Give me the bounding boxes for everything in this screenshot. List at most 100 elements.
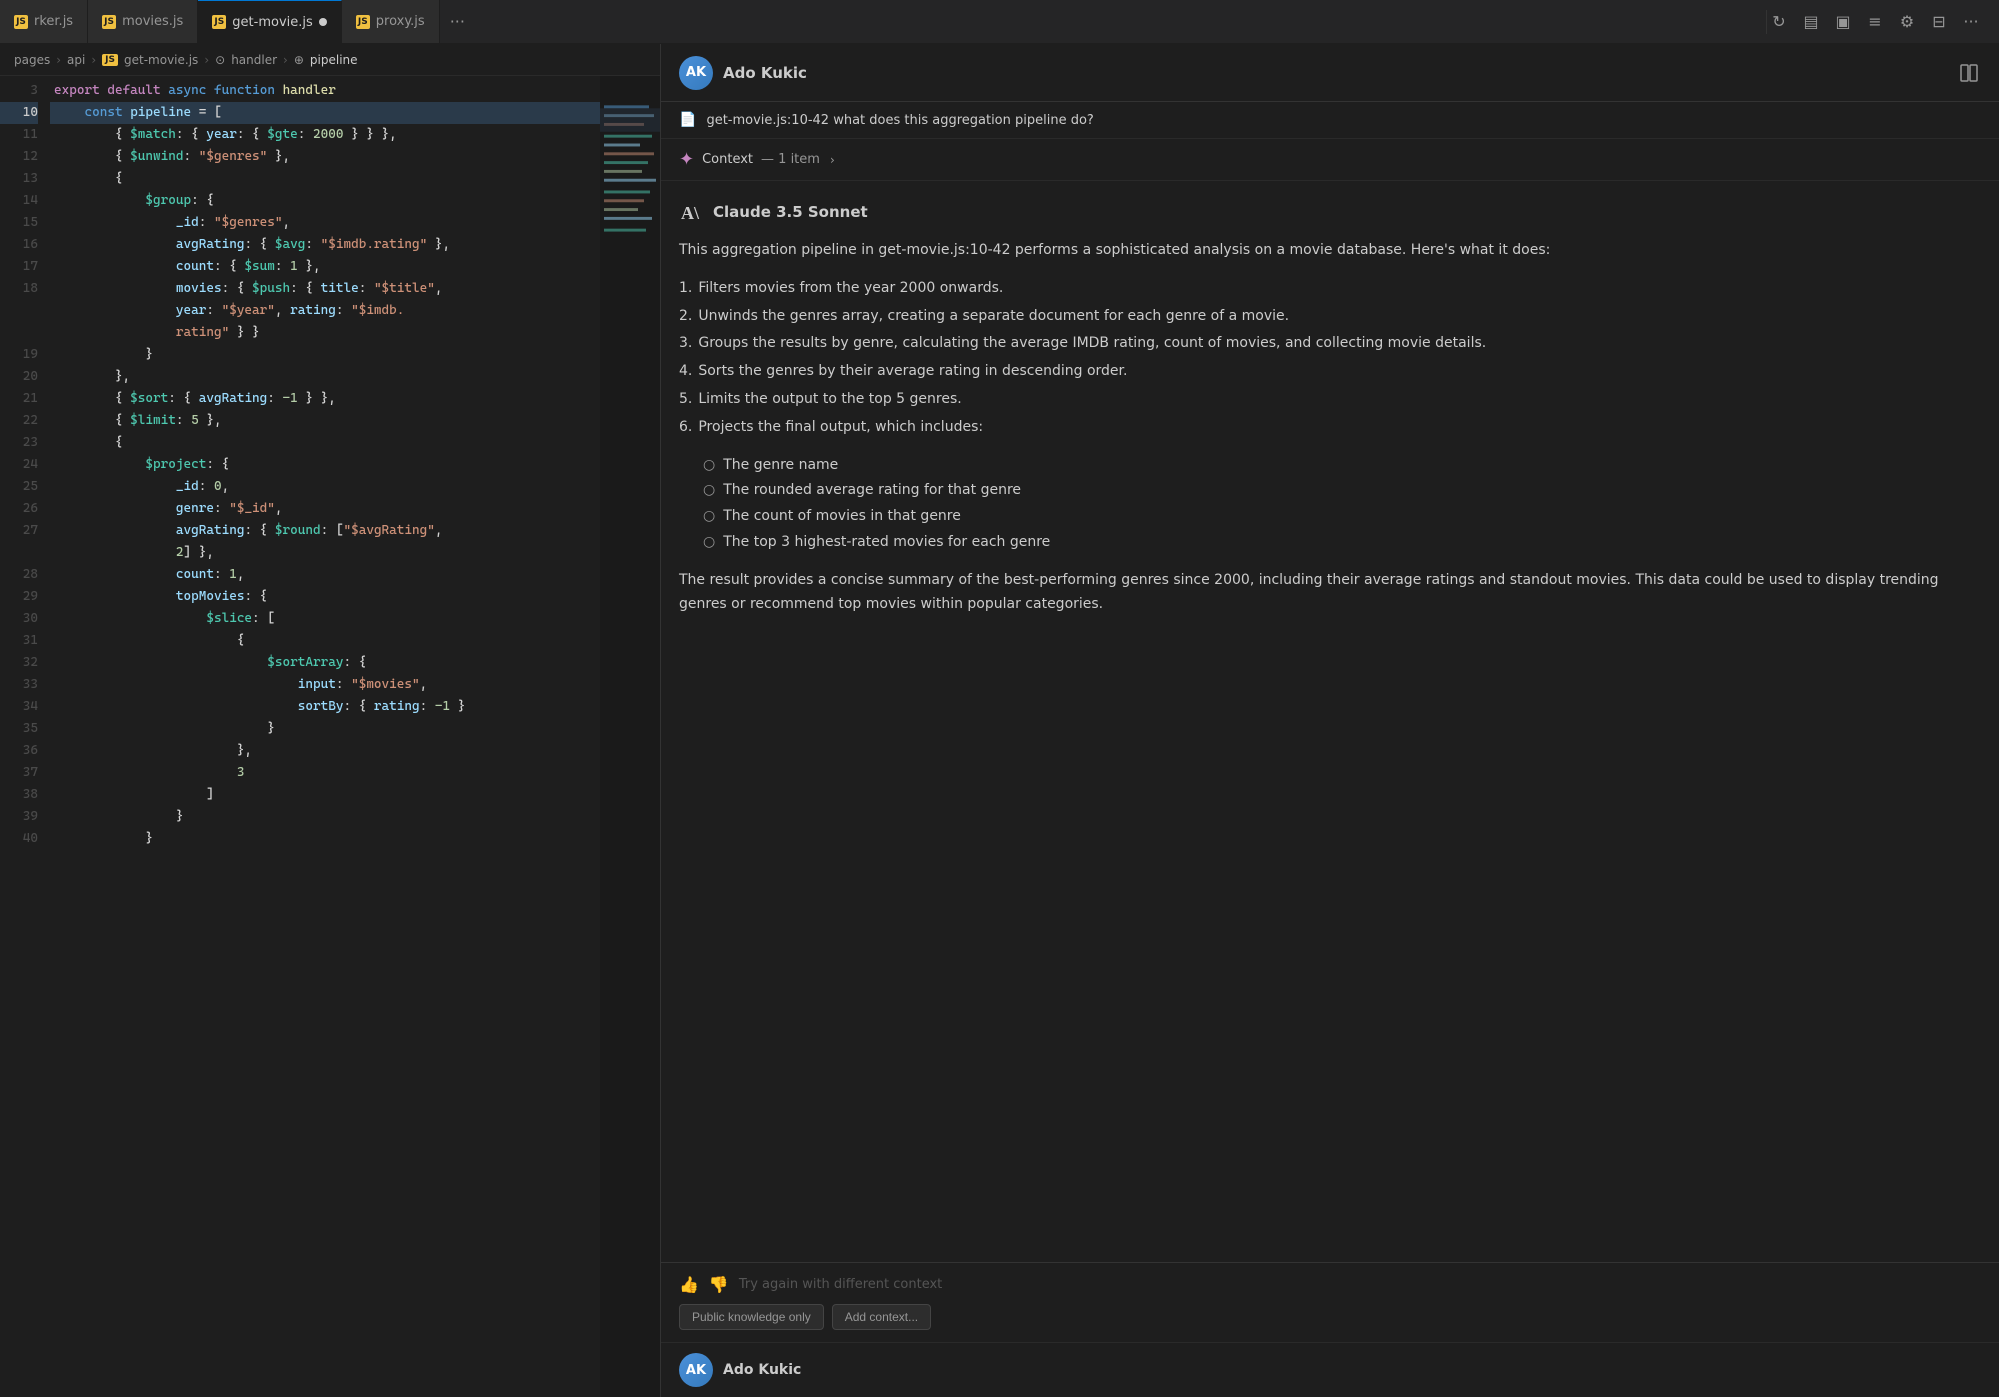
- context-star-icon: ✦: [679, 149, 694, 170]
- list-item-5: 5. Limits the output to the top 5 genres…: [679, 388, 1981, 412]
- tab-proxy[interactable]: JS proxy.js: [342, 0, 440, 43]
- ai-model-name: Claude 3.5 Sonnet: [713, 203, 868, 221]
- js-icon-movies: JS: [102, 15, 116, 29]
- sub-list: The genre name The rounded average ratin…: [703, 454, 1981, 555]
- code-line-23: {: [50, 432, 600, 454]
- breadcrumb-handler-icon: ⊙: [215, 53, 225, 67]
- thumbs-up-icon[interactable]: 👍: [679, 1275, 699, 1294]
- tab-movies[interactable]: JS movies.js: [88, 0, 198, 43]
- public-knowledge-button[interactable]: Public knowledge only: [679, 1304, 824, 1330]
- context-row[interactable]: ✦ Context — 1 item ›: [661, 139, 1999, 181]
- tab-bar: JS rker.js JS movies.js JS get-movie.js …: [0, 0, 1999, 44]
- response-list: 1. Filters movies from the year 2000 onw…: [679, 277, 1981, 440]
- list-item-3: 3. Groups the results by genre, calculat…: [679, 332, 1981, 356]
- breadcrumb-file: get-movie.js: [124, 53, 198, 67]
- code-content: export default async function handler co…: [50, 76, 600, 1397]
- sub-item-2: The rounded average rating for that genr…: [703, 479, 1981, 503]
- try-again-text: Try again with different context: [739, 1277, 1981, 1292]
- chat-header: AK Ado Kukic: [661, 44, 1999, 102]
- columns-icon[interactable]: ⊟: [1927, 10, 1951, 34]
- context-chevron-icon: ›: [830, 153, 835, 167]
- code-line-3: export default async function handler: [50, 80, 600, 102]
- code-line-18: movies: { $push: { title: "$title",: [50, 278, 600, 300]
- code-line-16: avgRating: { $avg: "$imdb.rating" },: [50, 234, 600, 256]
- layout-icon[interactable]: [1957, 61, 1981, 85]
- chat-user-name: Ado Kukic: [723, 64, 807, 82]
- line-numbers: 3 10 11 12 13 14 15 16 17 18 19 20 21 22…: [0, 76, 50, 1397]
- code-line-40: }: [50, 828, 600, 850]
- js-icon-worker: JS: [14, 15, 28, 29]
- code-line-22: { $limit: 5 },: [50, 410, 600, 432]
- code-line-11: { $match: { year: { $gte: 2000 } } },: [50, 124, 600, 146]
- ai-response-header: A\ Claude 3.5 Sonnet: [679, 199, 1981, 225]
- add-context-button[interactable]: Add context...: [832, 1304, 931, 1330]
- menu-icon[interactable]: ≡: [1863, 10, 1887, 34]
- footer-actions: 👍 👎 Try again with different context: [679, 1275, 1981, 1294]
- sub-item-3: The count of movies in that genre: [703, 505, 1981, 529]
- chat-footer: 👍 👎 Try again with different context Pub…: [661, 1262, 1999, 1342]
- code-line-38: ]: [50, 784, 600, 806]
- anthropic-logo: A\: [679, 199, 705, 225]
- code-line-27b: 2] },: [50, 542, 600, 564]
- bottom-user-avatar: AK: [679, 1353, 713, 1387]
- footer-buttons: Public knowledge only Add context...: [679, 1304, 1981, 1330]
- gear-icon[interactable]: ⚙: [1895, 10, 1919, 34]
- code-line-17: count: { $sum: 1 },: [50, 256, 600, 278]
- refresh-icon[interactable]: ↻: [1767, 10, 1791, 34]
- svg-text:A\: A\: [681, 203, 700, 223]
- breadcrumb-pages: pages: [14, 53, 50, 67]
- js-badge: JS: [102, 54, 118, 66]
- code-line-28: count: 1,: [50, 564, 600, 586]
- code-line-33: input: "$movies",: [50, 674, 600, 696]
- code-line-18c: rating" } }: [50, 322, 600, 344]
- code-line-31: {: [50, 630, 600, 652]
- sub-item-4: The top 3 highest-rated movies for each …: [703, 531, 1981, 555]
- breadcrumb-handler: handler: [231, 53, 277, 67]
- chat-panel: AK Ado Kukic 📄 get-movie.js:10-42 what d…: [660, 44, 1999, 1397]
- breadcrumb: pages › api › JS get-movie.js › ⊙ handle…: [0, 44, 660, 76]
- code-line-36: },: [50, 740, 600, 762]
- list-item-2: 2. Unwinds the genres array, creating a …: [679, 305, 1981, 329]
- code-line-30: $slice: [: [50, 608, 600, 630]
- bottom-user-name: Ado Kukic: [723, 1362, 801, 1378]
- more-icon[interactable]: ···: [1959, 10, 1983, 34]
- js-icon-proxy: JS: [356, 15, 370, 29]
- minimap: [600, 76, 660, 1397]
- tab-worker[interactable]: JS rker.js: [0, 0, 88, 43]
- code-line-14: $group: {: [50, 190, 600, 212]
- code-line-10: const pipeline = [: [50, 102, 600, 124]
- js-icon-get-movie: JS: [212, 15, 226, 29]
- file-icon: 📄: [679, 112, 696, 128]
- code-line-27: avgRating: { $round: ["$avgRating",: [50, 520, 600, 542]
- code-line-25: _id: 0,: [50, 476, 600, 498]
- code-line-18b: year: "$year", rating: "$imdb.: [50, 300, 600, 322]
- code-line-39: }: [50, 806, 600, 828]
- thumbs-down-icon[interactable]: 👎: [709, 1275, 729, 1294]
- code-line-24: $project: {: [50, 454, 600, 476]
- bottom-user-row: AK Ado Kukic: [661, 1342, 1999, 1397]
- code-line-13: {: [50, 168, 600, 190]
- bottom-avatar-initials: AK: [686, 1363, 706, 1378]
- tab-get-movie-label: get-movie.js: [232, 15, 312, 30]
- tab-worker-label: rker.js: [34, 14, 73, 29]
- response-intro: This aggregation pipeline in get-movie.j…: [679, 239, 1981, 263]
- tab-movies-label: movies.js: [122, 14, 183, 29]
- tab-more-button[interactable]: ···: [440, 12, 475, 31]
- chat-panel-icon[interactable]: ▣: [1831, 10, 1855, 34]
- modified-dot: [319, 18, 327, 26]
- code-area: 3 10 11 12 13 14 15 16 17 18 19 20 21 22…: [0, 76, 660, 1397]
- response-outro: The result provides a concise summary of…: [679, 569, 1981, 617]
- code-line-29: topMovies: {: [50, 586, 600, 608]
- chat-header-icons: [1957, 61, 1981, 85]
- breadcrumb-pipeline-icon: ⊕: [294, 53, 304, 67]
- avatar-initials: AK: [686, 65, 706, 80]
- code-line-35: }: [50, 718, 600, 740]
- list-item-1: 1. Filters movies from the year 2000 onw…: [679, 277, 1981, 301]
- chat-header-left: AK Ado Kukic: [679, 56, 807, 90]
- sidebar-toggle-icon[interactable]: ▤: [1799, 10, 1823, 34]
- code-line-21: { $sort: { avgRating: -1 } },: [50, 388, 600, 410]
- code-line-20: },: [50, 366, 600, 388]
- tab-get-movie[interactable]: JS get-movie.js: [198, 0, 341, 43]
- user-avatar: AK: [679, 56, 713, 90]
- code-line-32: $sortArray: {: [50, 652, 600, 674]
